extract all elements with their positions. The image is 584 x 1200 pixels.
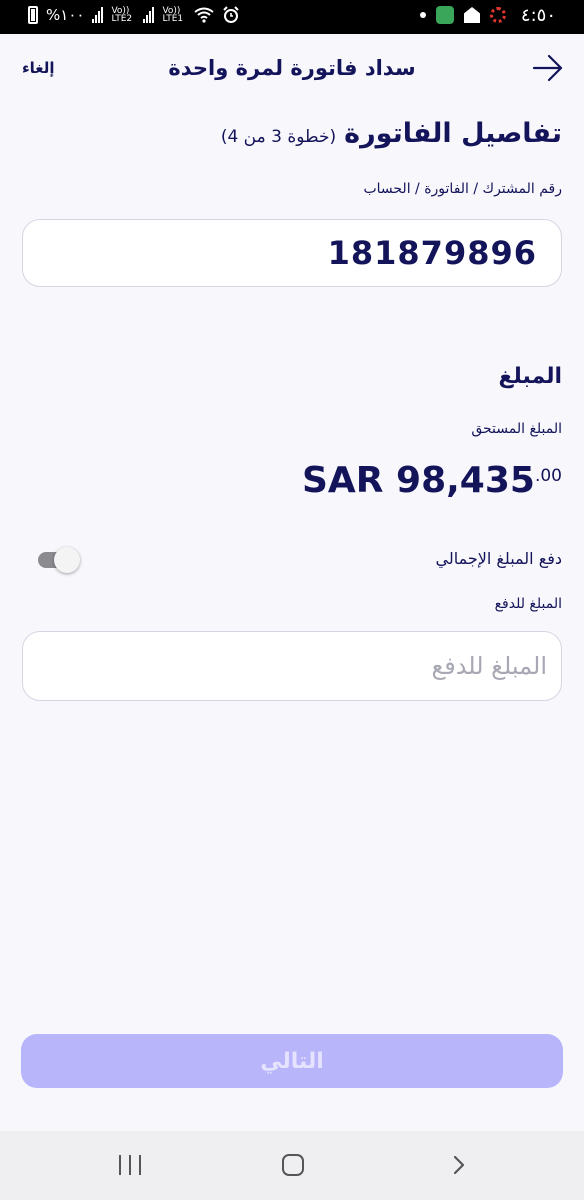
pay-amount-label: المبلغ للدفع	[494, 596, 562, 612]
recents-icon[interactable]	[119, 1155, 141, 1175]
account-number-value: 181879896	[327, 234, 537, 272]
account-number-field[interactable]: 181879896	[22, 219, 562, 287]
pay-full-label: دفع المبلغ الإجمالي	[435, 549, 562, 568]
app-header: إلغاء سداد فاتورة لمرة واحدة	[0, 34, 584, 104]
amount-section-title: المبلغ	[498, 364, 562, 389]
system-nav-bar	[0, 1131, 584, 1200]
status-right-icons	[420, 6, 506, 24]
battery-level: %١٠٠	[46, 6, 85, 24]
account-field-label: رقم المشترك / الفاتورة / الحساب	[363, 181, 562, 197]
status-bar: %١٠٠ Vo)) LTE2 Vo)) LTE1 ٤:٥٠	[0, 0, 584, 34]
amount-due-value: SAR 98,435.00	[302, 460, 562, 501]
details-title: تفاصيل الفاتورة	[344, 118, 562, 149]
settings-notification-icon	[490, 7, 506, 23]
amount-due-label: المبلغ المستحق	[471, 421, 562, 437]
details-section-title: تفاصيل الفاتورة (خطوة 3 من 4)	[221, 118, 562, 149]
app-notification-icon	[436, 6, 454, 24]
step-indicator: (خطوة 3 من 4)	[220, 127, 337, 147]
pay-amount-input[interactable]	[22, 631, 562, 701]
notification-dot-icon	[420, 12, 426, 18]
signal-icon	[143, 7, 155, 23]
amount-due-cents: .00	[534, 466, 562, 486]
next-button[interactable]: التالي	[21, 1034, 563, 1088]
home-icon[interactable]	[282, 1154, 304, 1176]
page-title: سداد فاتورة لمرة واحدة	[168, 56, 416, 80]
arrow-right-icon[interactable]	[532, 54, 564, 82]
battery-icon	[28, 6, 38, 24]
toggle-knob	[54, 547, 80, 573]
sim1-label: Vo)) LTE2	[111, 6, 133, 24]
wifi-icon	[194, 7, 215, 23]
alarm-icon	[223, 6, 240, 23]
status-left: %١٠٠ Vo)) LTE2 Vo)) LTE1	[28, 6, 240, 24]
amount-due-main: SAR 98,435	[301, 460, 535, 501]
clock: ٤:٥٠	[520, 5, 556, 26]
sim2-label: Vo)) LTE1	[162, 6, 184, 24]
back-chevron-icon[interactable]	[448, 1154, 470, 1176]
home-notification-icon	[464, 7, 480, 23]
signal-icon	[92, 7, 104, 23]
pay-full-toggle[interactable]	[38, 547, 82, 573]
